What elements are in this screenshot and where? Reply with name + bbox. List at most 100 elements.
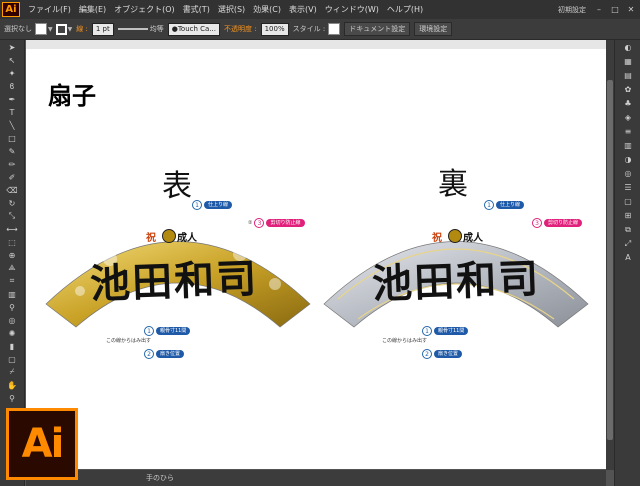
width-tool-icon[interactable]: ⟷: [3, 223, 21, 235]
hand-tool-icon[interactable]: ✋: [3, 379, 21, 391]
document-settings-button[interactable]: ドキュメント設定: [344, 22, 411, 36]
color-guide-icon[interactable]: ▦: [620, 55, 636, 68]
menu-type[interactable]: 書式(T): [179, 4, 214, 15]
front-marker-rib: 1 親骨寸11間: [144, 326, 191, 336]
appearance-icon[interactable]: ◎: [620, 167, 636, 180]
vertical-scroll-thumb[interactable]: [607, 80, 613, 440]
stroke-swatch[interactable]: [55, 23, 67, 35]
symbols-icon[interactable]: ♣: [620, 97, 636, 110]
gradient-tool-icon[interactable]: ▥: [3, 288, 21, 300]
section-title: 扇子: [48, 81, 96, 110]
front-marker-cut-num: 3: [254, 218, 265, 228]
mesh-tool-icon[interactable]: ⌗: [3, 275, 21, 287]
symbol-sprayer-tool-icon[interactable]: ✺: [3, 327, 21, 339]
status-bar: 手のひら: [26, 470, 606, 486]
line-tool-icon[interactable]: ╲: [3, 119, 21, 131]
front-marker-cut-alt: ②: [248, 220, 253, 226]
graphic-styles-icon[interactable]: ◈: [620, 111, 636, 124]
menu-bar: Ai ファイル(F) 編集(E) オブジェクト(O) 書式(T) 選択(S) 効…: [0, 0, 640, 19]
pathfinder-icon[interactable]: ⧉: [620, 223, 636, 236]
front-marker-position-num: 2: [144, 349, 154, 359]
front-celebration-text: 祝: [146, 233, 156, 244]
transform-icon[interactable]: ⤢: [620, 237, 636, 250]
stroke-profile[interactable]: 均等: [117, 24, 164, 34]
brushes-icon[interactable]: ✿: [620, 83, 636, 96]
back-marker-rib: 1 親骨寸11間: [422, 326, 469, 336]
workspace-switcher[interactable]: 初期設定: [558, 5, 586, 15]
selection-tool-icon[interactable]: ➤: [3, 41, 21, 53]
menu-select[interactable]: 選択(S): [214, 4, 249, 15]
back-left-note: この線からはみ出す: [382, 338, 428, 344]
front-name-text: 池田和司: [89, 255, 259, 308]
style-swatch[interactable]: [328, 23, 341, 35]
lasso-tool-icon[interactable]: ϐ: [3, 80, 21, 92]
swatches-icon[interactable]: ▤: [620, 69, 636, 82]
menu-effect[interactable]: 効果(C): [249, 4, 285, 15]
slice-tool-icon[interactable]: ⌿: [3, 366, 21, 378]
control-bar: 選択なし ▼ ▼ 線 : 1 pt 均等 ● Touch Ca... 不透明度 …: [0, 19, 640, 40]
menu-window[interactable]: ウィンドウ(W): [321, 4, 383, 15]
magic-wand-tool-icon[interactable]: ✦: [3, 67, 21, 79]
menu-object[interactable]: オブジェクト(O): [110, 4, 179, 15]
vertical-scrollbar[interactable]: [606, 40, 614, 470]
layers-icon[interactable]: ☰: [620, 181, 636, 194]
horizontal-ruler[interactable]: [26, 40, 606, 49]
artboards-icon[interactable]: ▢: [620, 195, 636, 208]
front-marker-finish-tag: 仕上り線: [204, 201, 233, 209]
artboard-canvas[interactable]: 扇子 表 裏 祝 成人 池田和司 祝 成人 池田和司 1 仕上り線 ② 3 剪切…: [26, 49, 606, 469]
opacity-field[interactable]: 100%: [260, 22, 289, 36]
fill-swatch[interactable]: [35, 23, 47, 35]
stroke-width-field[interactable]: 1 pt: [91, 22, 114, 36]
transparency-icon[interactable]: ◑: [620, 153, 636, 166]
back-marker-finish-num: 1: [484, 200, 494, 210]
paintbrush-tool-icon[interactable]: ✎: [3, 145, 21, 157]
blob-brush-tool-icon[interactable]: ✐: [3, 171, 21, 183]
pen-tool-icon[interactable]: ✒: [3, 93, 21, 105]
stroke-label[interactable]: 線 :: [76, 24, 88, 34]
front-emblem-icon: [162, 229, 176, 243]
color-panel-icon[interactable]: ◐: [620, 41, 636, 54]
direct-selection-tool-icon[interactable]: ↖: [3, 54, 21, 66]
back-ceremony-text: 成人: [463, 233, 483, 244]
back-label: 裏: [438, 167, 468, 202]
eyedropper-tool-icon[interactable]: ⚲: [3, 301, 21, 313]
preferences-button[interactable]: 環境設定: [414, 22, 453, 36]
shape-builder-tool-icon[interactable]: ⊕: [3, 249, 21, 261]
stroke-line-icon: [117, 28, 148, 30]
align-icon[interactable]: ⊞: [620, 209, 636, 222]
menu-view[interactable]: 表示(V): [285, 4, 321, 15]
opacity-label[interactable]: 不透明度 :: [224, 24, 257, 34]
close-icon[interactable]: ✕: [624, 4, 638, 16]
perspective-grid-tool-icon[interactable]: ⟁: [3, 262, 21, 274]
artboard-tool-icon[interactable]: ▢: [3, 353, 21, 365]
minimize-icon[interactable]: –: [592, 4, 606, 16]
blend-tool-icon[interactable]: ◎: [3, 314, 21, 326]
scale-tool-icon[interactable]: ⤡: [3, 210, 21, 222]
illustrator-logo: Ai: [6, 408, 78, 480]
menu-help[interactable]: ヘルプ(H): [383, 4, 427, 15]
front-marker-finish: 1 仕上り線: [192, 200, 233, 210]
front-marker-finish-num: 1: [192, 200, 202, 210]
eraser-tool-icon[interactable]: ⌫: [3, 184, 21, 196]
zoom-tool-icon[interactable]: ⚲: [3, 392, 21, 404]
rectangle-tool-icon[interactable]: □: [3, 132, 21, 144]
back-marker-cut-tag: 剪切り防止線: [544, 219, 583, 227]
brush-field[interactable]: ● Touch Ca...: [167, 22, 220, 36]
rotate-tool-icon[interactable]: ↻: [3, 197, 21, 209]
stroke-panel-icon[interactable]: ≡: [620, 125, 636, 138]
back-celebration-text: 祝: [432, 233, 442, 244]
front-marker-rib-num: 1: [144, 326, 154, 336]
pencil-tool-icon[interactable]: ✏: [3, 158, 21, 170]
menu-file[interactable]: ファイル(F): [24, 4, 75, 15]
front-ceremony-text: 成人: [177, 233, 197, 244]
back-marker-cut-num: 3: [532, 218, 542, 228]
free-transform-tool-icon[interactable]: ⬚: [3, 236, 21, 248]
maximize-icon[interactable]: □: [608, 4, 622, 16]
graph-tool-icon[interactable]: ▮: [3, 340, 21, 352]
gradient-panel-icon[interactable]: ▥: [620, 139, 636, 152]
type-tool-icon[interactable]: T: [3, 106, 21, 118]
back-marker-finish: 1 仕上り線: [484, 200, 525, 210]
character-icon[interactable]: A: [620, 251, 636, 264]
panel-dock: ◐ ▦ ▤ ✿ ♣ ◈ ≡ ▥ ◑ ◎ ☰ ▢ ⊞ ⧉ ⤢ A: [614, 40, 640, 486]
menu-edit[interactable]: 編集(E): [75, 4, 110, 15]
